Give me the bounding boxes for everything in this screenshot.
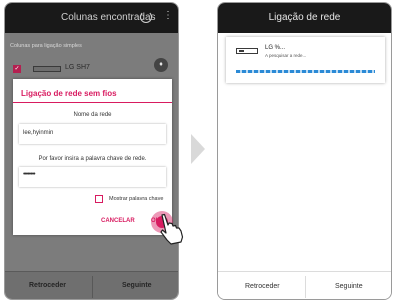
back-button[interactable]: Retroceder xyxy=(245,283,280,290)
speaker-icon xyxy=(33,66,61,72)
top-bar: Ligação de rede xyxy=(218,3,391,33)
speaker-name[interactable]: LG SH7 xyxy=(65,64,90,71)
progress-bar xyxy=(236,70,375,73)
speaker-settings-icon[interactable]: ♦ xyxy=(154,58,168,72)
next-button[interactable]: Seguinte xyxy=(335,283,363,290)
wifi-dialog: Ligação de rede sem fios Nome da rede le… xyxy=(13,79,172,235)
bottom-bar: Retroceder Seguinte xyxy=(5,271,178,299)
show-password-label: Mostrar palavra chave xyxy=(109,196,164,202)
speaker-icon xyxy=(236,48,258,54)
page-title: Ligação de rede xyxy=(268,12,341,23)
network-name-label: Nome da rede xyxy=(73,112,112,118)
footer-divider xyxy=(305,276,306,298)
footer-divider xyxy=(92,276,93,298)
password-field[interactable]: •••••••• xyxy=(19,167,166,187)
chevron-right-icon xyxy=(191,134,205,164)
phone-screen-left: Colunas encontradas ⋮ Colunas para ligaç… xyxy=(4,2,179,300)
speaker-card: LG %... A pesquisar a rede... xyxy=(226,37,385,83)
search-status: A pesquisar a rede... xyxy=(265,53,307,58)
cancel-button[interactable]: CANCELAR xyxy=(101,218,135,224)
top-bar: Colunas encontradas ⋮ xyxy=(5,3,178,33)
hand-pointer-icon xyxy=(160,213,184,245)
bottom-bar: Retroceder Seguinte xyxy=(218,271,391,299)
refresh-icon[interactable] xyxy=(140,11,152,23)
list-subtitle: Colunas para ligação simples xyxy=(10,43,82,49)
network-name-field[interactable]: lee,hyinmin xyxy=(19,124,166,144)
dialog-title: Ligação de rede sem fios xyxy=(21,89,117,98)
password-label: Por favor insira a palavra chave de rede… xyxy=(38,156,147,162)
speaker-name: LG %... xyxy=(265,45,286,51)
speaker-checkbox[interactable]: ✓ xyxy=(13,65,21,73)
next-button[interactable]: Seguinte xyxy=(122,282,152,289)
back-button[interactable]: Retroceder xyxy=(29,282,66,289)
dialog-divider xyxy=(13,102,172,103)
more-vert-icon[interactable]: ⋮ xyxy=(163,11,173,21)
phone-screen-right: Ligação de rede LG %... A pesquisar a re… xyxy=(217,2,392,300)
show-password-checkbox[interactable] xyxy=(95,195,103,203)
